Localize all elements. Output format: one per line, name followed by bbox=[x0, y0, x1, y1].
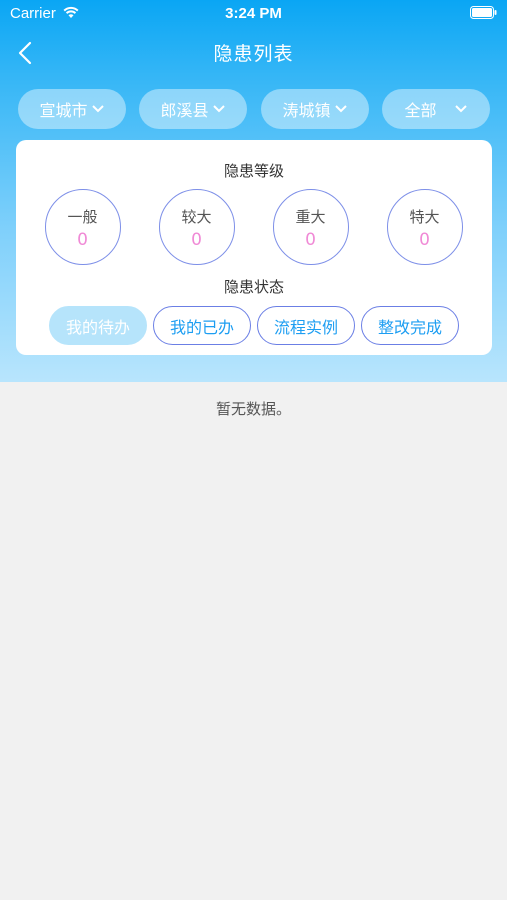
hazard-status-title: 隐患状态 bbox=[223, 278, 284, 296]
level-name: 较大 bbox=[181, 208, 212, 226]
level-count: 0 bbox=[419, 230, 430, 250]
status-bar: Carrier 3:24 PM bbox=[0, 0, 507, 28]
level-count: 0 bbox=[305, 230, 316, 250]
clock: 3:24 PM bbox=[225, 5, 282, 22]
level-name: 特大 bbox=[409, 208, 440, 226]
level-name: 一般 bbox=[67, 208, 98, 226]
filter-town[interactable]: 涛城镇 bbox=[261, 89, 369, 129]
tab-process-instances[interactable]: 流程实例 bbox=[257, 306, 355, 345]
battery-icon bbox=[470, 6, 497, 19]
chevron-down-icon bbox=[91, 105, 104, 113]
chevron-down-icon bbox=[454, 105, 467, 113]
level-general[interactable]: 一般 0 bbox=[45, 189, 121, 265]
filter-all-label: 全部 bbox=[404, 101, 437, 120]
hazard-summary-card: 隐患等级 一般 0 较大 0 重大 0 特大 0 隐患状态 我的待办 我的已办 … bbox=[16, 140, 492, 355]
tab-rectification-complete[interactable]: 整改完成 bbox=[361, 306, 459, 345]
filter-town-label: 涛城镇 bbox=[282, 101, 331, 120]
page-title: 隐患列表 bbox=[213, 43, 294, 65]
chevron-down-icon bbox=[212, 105, 225, 113]
level-count: 0 bbox=[77, 230, 88, 250]
region-filter-bar: 宣城市 郎溪县 涛城镇 全部 bbox=[18, 89, 490, 129]
chevron-down-icon bbox=[334, 105, 347, 113]
filter-all[interactable]: 全部 bbox=[382, 89, 490, 129]
level-name: 重大 bbox=[295, 208, 326, 226]
level-larger[interactable]: 较大 0 bbox=[159, 189, 235, 265]
filter-county[interactable]: 郎溪县 bbox=[139, 89, 247, 129]
hazard-level-title: 隐患等级 bbox=[223, 162, 284, 180]
tab-my-done[interactable]: 我的已办 bbox=[153, 306, 251, 345]
tab-my-todo[interactable]: 我的待办 bbox=[49, 306, 147, 345]
empty-state-text: 暂无数据。 bbox=[215, 400, 291, 418]
filter-county-label: 郎溪县 bbox=[160, 101, 209, 120]
level-count: 0 bbox=[191, 230, 202, 250]
filter-city[interactable]: 宣城市 bbox=[18, 89, 126, 129]
level-major[interactable]: 重大 0 bbox=[273, 189, 349, 265]
navigation-bar: 隐患列表 bbox=[0, 28, 507, 78]
filter-city-label: 宣城市 bbox=[39, 101, 88, 120]
level-extreme[interactable]: 特大 0 bbox=[387, 189, 463, 265]
